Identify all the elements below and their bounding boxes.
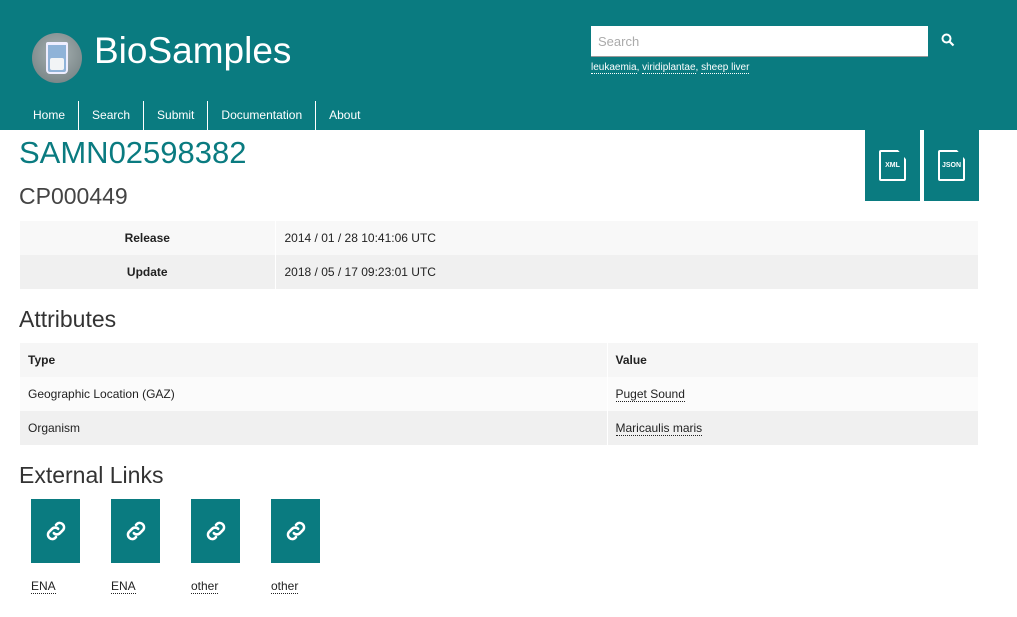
date-label: Release xyxy=(20,221,276,255)
external-link-item: ENA xyxy=(31,499,81,595)
nav-search[interactable]: Search xyxy=(78,101,143,130)
nav-about[interactable]: About xyxy=(315,101,373,130)
attr-value-link[interactable]: Maricaulis maris xyxy=(615,421,703,436)
date-value: 2014 / 01 / 28 10:41:06 UTC xyxy=(284,231,436,245)
main-nav: Home Search Submit Documentation About xyxy=(20,101,373,130)
table-row: Organism Maricaulis maris xyxy=(20,411,978,445)
xml-file-icon: XML xyxy=(879,150,906,181)
link-icon xyxy=(46,521,65,541)
attributes-heading: Attributes xyxy=(19,306,117,332)
json-file-icon: JSON xyxy=(938,150,965,181)
table-row: Release 2014 / 01 / 28 10:41:06 UTC xyxy=(20,221,978,255)
table-row: Geographic Location (GAZ) Puget Sound xyxy=(20,377,978,411)
search-icon xyxy=(941,33,955,47)
external-links-heading: External Links xyxy=(19,462,164,488)
dates-table: Release 2014 / 01 / 28 10:41:06 UTC Updat… xyxy=(20,221,978,289)
table-row: Update 2018 / 05 / 17 09:23:01 UTC xyxy=(20,255,978,289)
link-icon xyxy=(286,521,305,541)
link-icon xyxy=(126,521,145,541)
nav-submit[interactable]: Submit xyxy=(143,101,207,130)
external-link-label[interactable]: other xyxy=(191,579,219,594)
external-link-button[interactable] xyxy=(111,499,160,563)
attr-type: Organism xyxy=(20,411,608,445)
nav-home[interactable]: Home xyxy=(20,101,78,130)
search-button[interactable] xyxy=(933,26,963,57)
external-link-label[interactable]: other xyxy=(271,579,299,594)
column-header: Value xyxy=(615,353,647,367)
example-link[interactable]: sheep liver xyxy=(701,62,750,74)
search-examples: leukaemia, viridiplantae, sheep liver xyxy=(591,62,750,74)
column-header: Type xyxy=(20,343,608,377)
sample-accession: SAMN02598382 xyxy=(19,135,247,170)
site-header: BioSamples leukaemia, viridiplantae, she… xyxy=(0,0,1017,130)
search-input[interactable] xyxy=(591,26,928,57)
date-label: Update xyxy=(20,255,276,289)
brand-title[interactable]: BioSamples xyxy=(94,30,291,72)
external-link-item: ENA xyxy=(111,499,161,595)
external-link-button[interactable] xyxy=(191,499,240,563)
external-link-button[interactable] xyxy=(31,499,80,563)
external-link-item: other xyxy=(271,499,321,595)
download-json-button[interactable]: JSON xyxy=(924,130,979,201)
external-link-label[interactable]: ENA xyxy=(111,579,136,594)
nav-documentation[interactable]: Documentation xyxy=(207,101,315,130)
link-icon xyxy=(206,521,225,541)
sample-name: CP000449 xyxy=(19,183,128,209)
table-header: Type Value xyxy=(20,343,978,377)
example-link[interactable]: leukaemia xyxy=(591,62,637,74)
date-value: 2018 / 05 / 17 09:23:01 UTC xyxy=(284,265,436,279)
attr-type: Geographic Location (GAZ) xyxy=(20,377,608,411)
download-xml-button[interactable]: XML xyxy=(865,130,920,201)
example-link[interactable]: viridiplantae xyxy=(642,62,696,74)
external-link-button[interactable] xyxy=(271,499,320,563)
attr-value-link[interactable]: Puget Sound xyxy=(615,387,685,402)
external-link-label[interactable]: ENA xyxy=(31,579,56,594)
attributes-table: Type Value Geographic Location (GAZ) Puget… xyxy=(20,343,978,445)
biosamples-logo-icon[interactable] xyxy=(32,33,82,83)
external-link-item: other xyxy=(191,499,241,595)
